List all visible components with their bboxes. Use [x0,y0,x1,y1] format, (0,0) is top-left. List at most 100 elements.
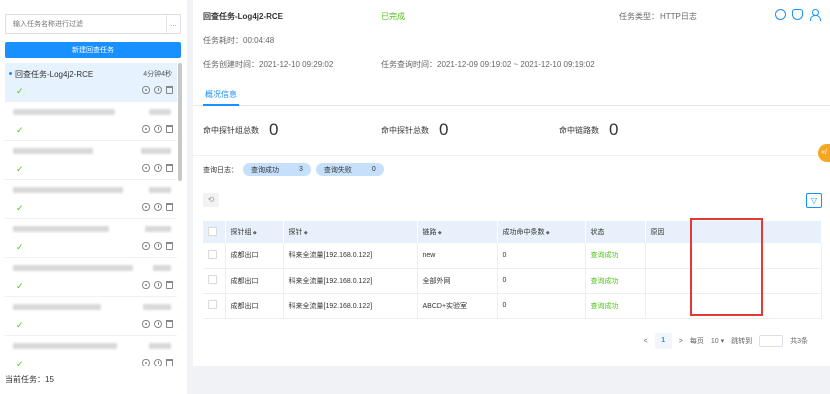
jump-input[interactable] [759,335,784,347]
task-name: 回查任务-Log4j2-RCE [8,70,94,79]
history-icon[interactable] [154,164,162,172]
history-icon[interactable] [154,125,162,133]
row-checkbox[interactable] [208,300,217,309]
detail-tabs: 概况信息 [193,86,830,106]
stat-links: 命中链路数 0 [559,120,618,140]
new-task-button[interactable]: 新建回查任务 [5,42,181,58]
trash-icon[interactable] [166,242,173,250]
task-status: 已完成 [381,12,405,21]
elapsed-time: 任务耗时：00:04:48 [203,35,274,46]
history-icon[interactable] [154,359,162,366]
column-probe-group[interactable]: 探针组 [225,221,284,243]
cell-status: 查询成功 [585,293,646,319]
table-row: 成都出口 科来全流量[192.168.0.122] new 0 查询成功 [203,243,822,269]
user-icon[interactable] [809,9,821,21]
select-all-checkbox[interactable] [208,226,217,236]
task-search: ... [5,14,181,34]
eye-icon[interactable] [142,281,150,289]
redacted-task-duration [141,148,171,154]
task-item[interactable]: ✓ [5,141,177,180]
shield-check-icon[interactable] [792,9,803,20]
task-type-value: HTTP日志 [660,12,697,21]
stat-label: 命中链路数 [559,125,599,135]
query-success-badge[interactable]: 查询成功 3 [243,163,311,176]
redacted-task-duration [145,226,171,232]
task-item[interactable]: 回查任务-Log4j2-RCE 4分钟4秒 ✓ [5,63,177,102]
next-page-button[interactable]: > [679,338,683,345]
eye-icon[interactable] [142,359,150,366]
column-hits[interactable]: 成功命中条数 [497,221,586,243]
task-list-scrollbar[interactable] [178,63,182,181]
trash-icon[interactable] [166,125,173,133]
task-actions [142,320,173,328]
task-search-input[interactable] [6,15,166,33]
task-actions [142,164,173,172]
table-row: 成都出口 科来全流量[192.168.0.122] ABCD+实验室 0 查询成… [203,293,822,319]
total-count: 共3条 [790,338,808,345]
current-task-count: 当前任务：15 [5,375,54,384]
created-label: 任务创建时间： [203,60,259,69]
eye-icon[interactable] [142,203,150,211]
eye-icon[interactable] [142,242,150,250]
task-actions [142,86,173,94]
more-icon[interactable]: ... [166,15,180,33]
cell-link: 全部外网 [417,268,498,294]
row-select-cell [203,293,226,319]
history-icon[interactable] [154,320,162,328]
task-item[interactable]: ✓ [5,297,177,336]
trash-icon[interactable] [166,86,173,94]
stat-value: 0 [269,120,279,139]
row-checkbox[interactable] [208,249,217,259]
clock-icon[interactable] [775,9,786,20]
eye-icon[interactable] [142,164,150,172]
task-title: 回查任务-Log4j2-RCE [203,12,283,21]
created-value: 2021-12-10 09:29:02 [259,60,334,69]
task-item[interactable]: ✓ [5,336,177,366]
cell-reason [645,268,822,294]
redacted-task-name [13,265,133,271]
page-1[interactable]: 1 [654,333,672,349]
check-icon: ✓ [16,125,24,135]
task-item[interactable]: ✓ [5,102,177,141]
task-item[interactable]: ✓ [5,180,177,219]
column-probe[interactable]: 探针 [283,221,418,243]
history-icon[interactable] [154,86,162,94]
column-link[interactable]: 链路 [417,221,498,243]
filter-icon[interactable]: ▽ [806,193,822,208]
query-fail-badge[interactable]: 查询失败 0 [315,163,384,176]
query-fail-label: 查询失败 [323,166,352,174]
trash-icon[interactable] [166,164,173,172]
table-header-row: 探针组 探针 链路 成功命中条数 状态 原因 [203,221,822,243]
trash-icon[interactable] [166,203,173,211]
history-icon[interactable] [154,242,162,250]
trash-icon[interactable] [166,320,173,328]
redacted-task-duration [149,109,171,115]
eye-icon[interactable] [142,320,150,328]
cell-probe: 科来全流量[192.168.0.122] [283,293,418,319]
query-fail-count: 0 [371,166,376,173]
stat-probes: 命中探针总数 0 [381,120,448,140]
refresh-icon[interactable]: ⟲ [203,193,219,207]
row-select-cell [203,243,226,269]
history-icon[interactable] [154,281,162,289]
results-table: 探针组 探针 链路 成功命中条数 状态 原因 成都出口 科来全流量[192.16… [203,221,822,319]
task-item[interactable]: ✓ [5,258,177,297]
query-label: 任务查询时间： [381,60,437,69]
trash-icon[interactable] [166,359,173,366]
cell-probe-group: 成都出口 [225,268,284,294]
prev-page-button[interactable]: < [644,338,648,345]
row-checkbox[interactable] [208,275,217,284]
query-log: 查询日志： 查询成功 3 查询失败 0 [203,163,384,176]
check-icon: ✓ [16,281,24,291]
eye-icon[interactable] [142,86,150,94]
column-status: 状态 [585,221,646,243]
task-item[interactable]: ✓ [5,219,177,258]
per-page-select[interactable]: 10 ▾ [711,337,724,345]
history-icon[interactable] [154,203,162,211]
stat-value: 0 [439,120,449,139]
eye-icon[interactable] [142,125,150,133]
tab-overview[interactable]: 概况信息 [203,88,239,106]
trash-icon[interactable] [166,281,173,289]
side-collapse-tab[interactable]: «/ [818,144,830,162]
check-icon: ✓ [16,242,24,252]
